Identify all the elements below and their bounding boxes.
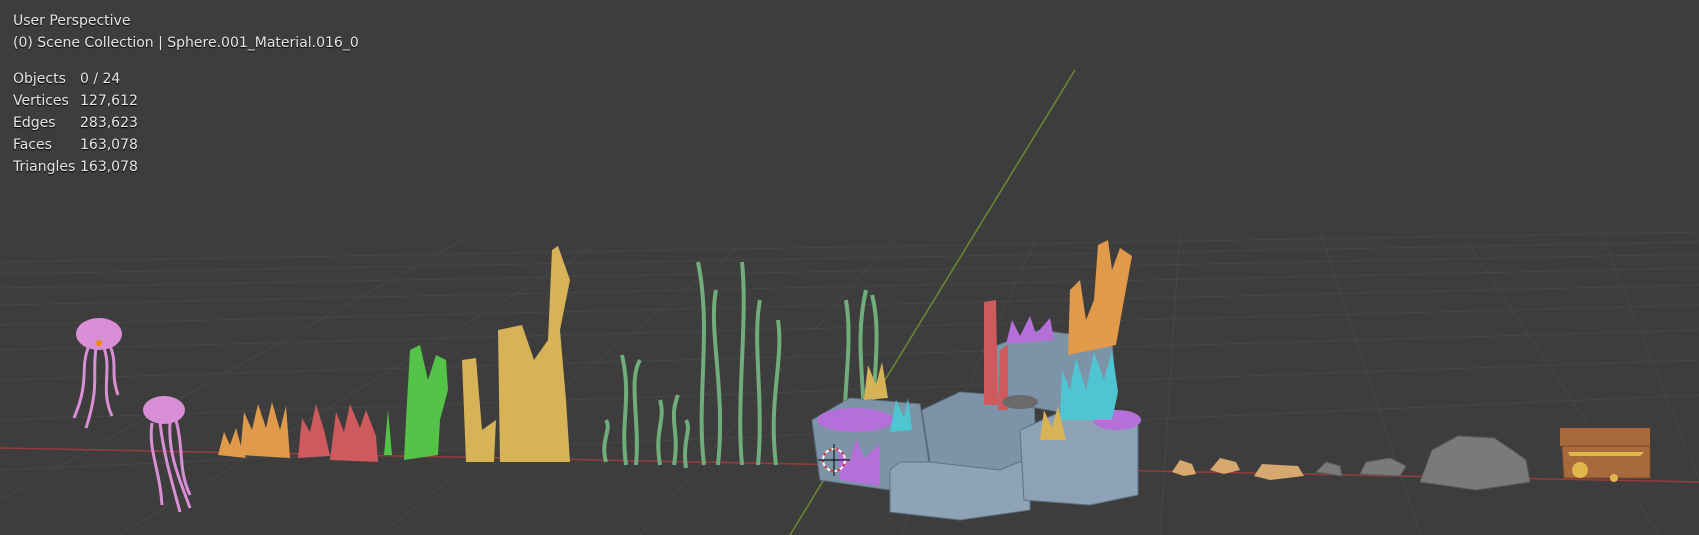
3d-viewport[interactable]	[0, 0, 1699, 535]
pebbles[interactable]	[1172, 458, 1304, 480]
grey-rock-small	[1002, 395, 1038, 409]
coral-red-tall[interactable]	[984, 300, 1008, 410]
coral-orange-tall[interactable]	[1068, 240, 1132, 355]
jellyfish-2[interactable]	[143, 396, 192, 513]
floor-grid	[0, 229, 1699, 535]
treasure-chest[interactable]	[1560, 428, 1651, 482]
coral-green[interactable]	[384, 345, 448, 460]
jellyfish-1[interactable]	[72, 318, 122, 429]
coral-red-group[interactable]	[298, 404, 378, 462]
stones-grey[interactable]	[1314, 435, 1531, 491]
